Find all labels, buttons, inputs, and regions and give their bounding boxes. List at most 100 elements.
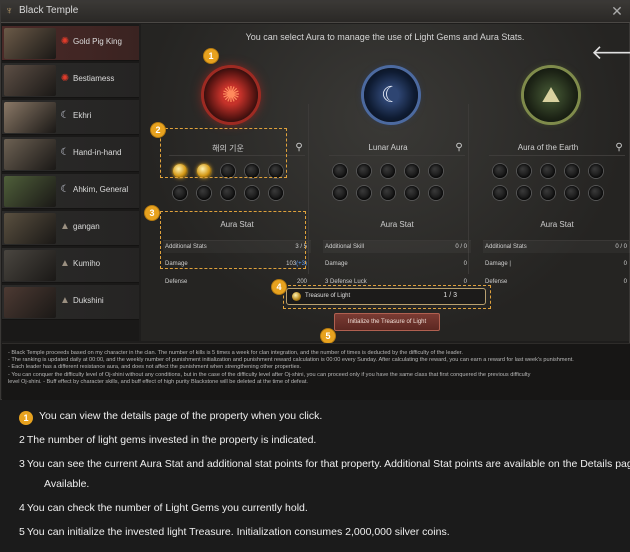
- light-gem-empty[interactable]: [541, 164, 555, 178]
- aura-name-row: Aura of the Earth ⚲: [489, 142, 625, 156]
- light-gem-empty[interactable]: [541, 186, 555, 200]
- close-button[interactable]: ✕: [609, 3, 625, 19]
- light-gem-empty[interactable]: [269, 186, 283, 200]
- boss-name: gangan: [73, 222, 100, 231]
- boss-name: Bestiamess: [73, 74, 115, 83]
- additional-stats-label: Additional Skill: [325, 244, 365, 250]
- aura-orb-button[interactable]: ⛰: [524, 68, 578, 122]
- moon-icon: ☾: [60, 110, 70, 121]
- light-gem-empty[interactable]: [429, 164, 443, 178]
- stat-value: 0: [464, 261, 467, 267]
- black-temple-window: ♆ Black Temple ✕ ✺ Gold Pig King ✺ Bestiame…: [0, 0, 630, 400]
- stat-label: Damage |: [485, 261, 511, 267]
- aura-orb-button[interactable]: ✺: [204, 68, 258, 122]
- light-gem-empty[interactable]: [357, 186, 371, 200]
- earth-icon: ▲: [60, 295, 70, 306]
- boss-portrait: [4, 213, 56, 244]
- light-gem-empty[interactable]: [517, 186, 531, 200]
- additional-stats-row: Additional Stats 0 / 0: [483, 240, 630, 253]
- additional-stats-label: Additional Stats: [485, 244, 527, 250]
- light-gem-empty[interactable]: [493, 164, 507, 178]
- boss-name: Ekhri: [73, 111, 92, 120]
- additional-stats-value: 0 / 0: [455, 244, 467, 250]
- additional-stats-row: Additional Skill 0 / 0: [323, 240, 471, 253]
- legend-text: You can check the number of Light Gems y…: [26, 502, 308, 514]
- boss-portrait: [4, 139, 56, 170]
- boss-portrait: [4, 250, 56, 281]
- notes-panel: - Black Temple proceeds based on my char…: [2, 343, 630, 400]
- boss-name: Dukshini: [73, 296, 104, 305]
- light-gem-empty[interactable]: [197, 186, 211, 200]
- stat-value-number: 0: [623, 279, 627, 285]
- treasure-highlight-box: [283, 285, 491, 309]
- temple-icon: ♆: [5, 5, 14, 17]
- note-line: - You can conquer the difficulty level o…: [8, 371, 531, 378]
- light-gem-empty[interactable]: [333, 164, 347, 178]
- boss-name: Kumiho: [73, 259, 101, 268]
- light-gem-empty[interactable]: [405, 186, 419, 200]
- legend-item: 4 You can check the number of Light Gems …: [19, 502, 308, 514]
- panel-headline: You can select Aura to manage the use of…: [245, 32, 525, 42]
- callout-3: 3: [145, 206, 159, 220]
- earth-icon: ▲: [60, 258, 70, 269]
- legend-item: 1 You can view the details page of the pr…: [19, 410, 322, 425]
- stat-value-number: 0: [623, 261, 627, 267]
- legend-number: 2: [19, 434, 25, 446]
- boss-item[interactable]: ✺ Gold Pig King: [2, 26, 139, 61]
- boss-item[interactable]: ✺ Bestiamess: [2, 63, 139, 98]
- legend-number: 4: [19, 502, 25, 514]
- earth-icon: ⛰: [541, 82, 561, 107]
- light-gem-empty[interactable]: [333, 186, 347, 200]
- red-sun-icon: ✺: [60, 73, 70, 84]
- light-gem-empty[interactable]: [429, 186, 443, 200]
- boss-item[interactable]: ▲ Kumiho: [2, 248, 139, 283]
- light-gem-empty[interactable]: [517, 164, 531, 178]
- light-gem-empty[interactable]: [565, 186, 579, 200]
- moon-icon: ☾: [60, 184, 70, 195]
- light-gem-empty[interactable]: [357, 164, 371, 178]
- light-gem-empty[interactable]: [381, 186, 395, 200]
- legend-item: 2 The number of light gems invested in th…: [19, 434, 316, 446]
- light-gem-empty[interactable]: [565, 164, 579, 178]
- search-icon[interactable]: ⚲: [293, 142, 305, 154]
- search-icon[interactable]: ⚲: [453, 142, 465, 154]
- aura-orb-button[interactable]: ☾: [364, 68, 418, 122]
- boss-item[interactable]: ☾ Hand-in-hand: [2, 137, 139, 172]
- light-gem-empty[interactable]: [589, 164, 603, 178]
- callout-2: 2: [151, 123, 165, 137]
- boss-item[interactable]: ☾ Ahkim, General: [2, 174, 139, 209]
- stat-label: Damage: [325, 261, 348, 267]
- legend-number: 5: [19, 526, 25, 538]
- legend-item: 3 You can see the current Aura Stat and a…: [19, 458, 630, 470]
- boss-item[interactable]: ▲ Dukshini: [2, 285, 139, 320]
- legend-number: 3: [19, 458, 25, 470]
- boss-item[interactable]: ▲ gangan: [2, 211, 139, 246]
- light-gem-empty[interactable]: [405, 164, 419, 178]
- light-gem-empty[interactable]: [221, 186, 235, 200]
- initialize-treasure-button[interactable]: Initialize the Treasure of Light: [334, 313, 440, 331]
- stats-highlight-box: [160, 211, 306, 269]
- callout-1: 1: [204, 49, 218, 63]
- stat-label: Defense: [165, 279, 188, 285]
- light-gem-empty[interactable]: [245, 186, 259, 200]
- boss-list: ✺ Gold Pig King ✺ Bestiamess ☾ Ekhri ☾ Hand-in-…: [2, 24, 139, 341]
- boss-portrait: [4, 28, 56, 59]
- light-gem-empty[interactable]: [381, 164, 395, 178]
- boss-item[interactable]: ☾ Ekhri: [2, 100, 139, 135]
- moon-icon: ☾: [60, 147, 70, 158]
- boss-portrait: [4, 65, 56, 96]
- light-gem-empty[interactable]: [173, 186, 187, 200]
- stat-value-number: 0: [463, 261, 467, 267]
- light-gem-empty[interactable]: [493, 186, 507, 200]
- additional-stats-value: 0 / 0: [615, 244, 627, 250]
- aura-panel: You can select Aura to manage the use of…: [141, 24, 630, 343]
- callout-5: 5: [321, 329, 335, 343]
- search-icon[interactable]: ⚲: [613, 142, 625, 154]
- stat-row: Damage 0: [323, 258, 471, 271]
- light-gem-empty[interactable]: [589, 186, 603, 200]
- moon-icon: ☾: [381, 82, 401, 107]
- aura-name-row: Lunar Aura ⚲: [329, 142, 465, 156]
- legend-text: You can initialize the invested light Tr…: [26, 526, 450, 538]
- title-bar[interactable]: ♆ Black Temple ✕: [1, 1, 630, 23]
- boss-portrait: [4, 102, 56, 133]
